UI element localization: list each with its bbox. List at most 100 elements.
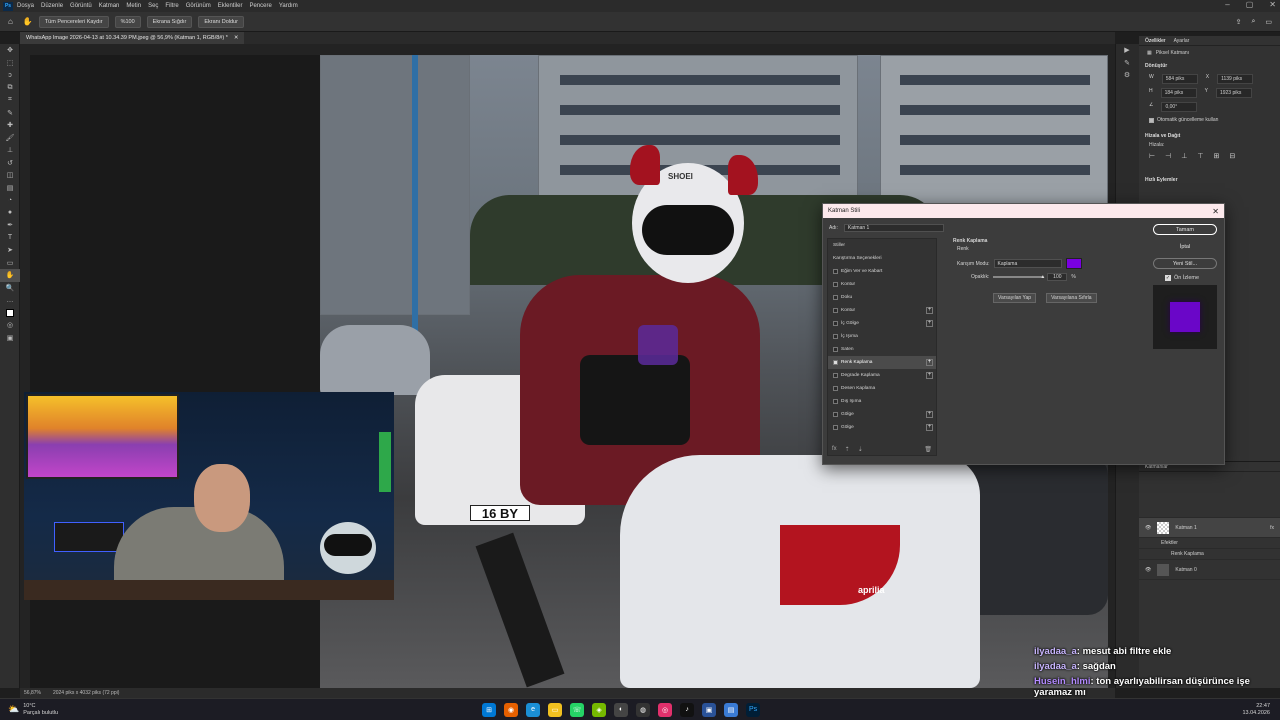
cancel-button[interactable]: İptal [1153,241,1217,252]
clock-time[interactable]: 22:47 [1242,703,1270,710]
effect-item[interactable]: İç Işıma [828,330,936,343]
x-field[interactable]: 1139 piks [1217,74,1254,84]
effect-checkbox[interactable] [833,321,838,326]
layer-effects-row[interactable]: Efektler [1139,538,1280,549]
brush-settings-icon[interactable]: ✎ [1116,57,1138,70]
crop-tool-icon[interactable]: ⌗ [0,94,20,107]
quick-mask-icon[interactable]: ◎ [0,319,20,332]
align-top-icon[interactable]: ⊤ [1197,152,1203,160]
angle-field[interactable]: 0,00° [1161,102,1198,112]
name-input[interactable]: Katman 1 [843,224,944,232]
effect-item[interactable]: Kontur + [828,304,936,317]
instagram-icon[interactable]: ◎ [658,702,673,717]
menu-type[interactable]: Metin [126,3,141,9]
play-icon[interactable]: ▶ [1116,44,1138,57]
workspace-icon[interactable]: ▭ [1265,18,1272,26]
effect-item[interactable]: Desen Kaplama [828,382,936,395]
history-brush-icon[interactable]: ↺ [0,157,20,170]
effect-item[interactable]: Dış Işıma [828,395,936,408]
effect-checkbox[interactable] [833,308,838,313]
eraser-tool-icon[interactable]: ◫ [0,169,20,182]
scroll-all-windows-checkbox[interactable]: Tüm Pencereleri Kaydır [38,15,109,28]
effect-item[interactable]: Saten [828,343,936,356]
firefox-icon[interactable]: ◉ [504,702,519,717]
whatsapp-icon[interactable]: ☏ [570,702,585,717]
path-select-icon[interactable]: ➤ [0,244,20,257]
object-select-tool-icon[interactable]: ⧉ [0,82,20,95]
nvidia-icon[interactable]: ◈ [592,702,607,717]
add-effect-icon[interactable]: + [926,359,933,366]
shape-tool-icon[interactable]: ▭ [0,257,20,270]
effect-item[interactable]: Doku [828,291,936,304]
effect-item[interactable]: Degrade Kaplama + [828,369,936,382]
preview-checkbox[interactable]: ✓ [1165,275,1171,281]
file-explorer-icon[interactable]: ▭ [548,702,563,717]
height-field[interactable]: 184 piks [1160,88,1197,98]
tab-properties[interactable]: Özellikler [1145,38,1166,44]
eyedropper-tool-icon[interactable]: ✎ [0,107,20,120]
weather-icon[interactable]: ⛅ [8,705,19,714]
hand-tool-icon[interactable]: ✋ [0,269,20,282]
home-icon[interactable]: ⌂ [8,17,13,26]
opacity-slider[interactable]: ▲ [993,274,1045,280]
blur-tool-icon[interactable]: ◔ [0,194,20,207]
effect-checkbox[interactable] [833,425,838,430]
type-tool-icon[interactable]: T [0,232,20,245]
effect-checkbox[interactable] [833,373,838,378]
more-tools-icon[interactable]: … [0,294,20,307]
clock-date[interactable]: 13.04.2026 [1242,710,1270,717]
screen-mode-icon[interactable]: ▣ [0,332,20,345]
effect-checkbox[interactable] [833,295,838,300]
close-tab-icon[interactable]: ✕ [234,35,239,41]
add-effect-icon[interactable]: + [926,320,933,327]
store-icon[interactable]: ▤ [724,702,739,717]
layer-row[interactable]: 👁 Katman 0 [1139,560,1280,580]
effect-checkbox[interactable] [833,269,838,274]
new-style-button[interactable]: Yeni Stil... [1153,258,1217,269]
overlay-color-swatch[interactable] [1065,258,1082,269]
effect-checkbox[interactable] [833,347,838,352]
photoshop-taskbar-icon[interactable]: Ps [746,702,761,717]
effect-checkbox[interactable] [833,412,838,417]
lasso-tool-icon[interactable]: ↄ [0,69,20,82]
trash-icon[interactable]: 🗑 [924,446,932,453]
align-bottom-icon[interactable]: ⊟ [1229,152,1235,160]
menu-view[interactable]: Görünüm [186,3,211,9]
add-effect-icon[interactable]: + [926,372,933,379]
start-icon[interactable]: ⊞ [482,702,497,717]
fill-screen-button[interactable]: Ekranı Doldur [198,15,244,28]
auto-update-checkbox[interactable] [1149,117,1154,123]
document-tab[interactable]: WhatsApp Image 2026-04-13 at 10.34.39 PM… [20,32,245,44]
search-icon[interactable]: ⌕ [1251,18,1255,26]
effect-item[interactable]: Renk Kaplama + [828,356,936,369]
effect-checkbox[interactable] [833,386,838,391]
visibility-eye-icon[interactable]: 👁 [1145,525,1151,531]
menu-filter[interactable]: Filtre [165,3,178,9]
make-default-button[interactable]: Varsayılan Yap [993,293,1037,303]
minimize-icon[interactable]: – [1225,0,1229,12]
fx-menu-icon[interactable]: fx [832,446,837,453]
zoom-level[interactable]: 56,87% [24,690,41,696]
edge-icon[interactable]: e [526,702,541,717]
visibility-eye-icon[interactable]: 👁 [1145,567,1151,573]
effect-checkbox[interactable] [833,334,838,339]
zoom-100-button[interactable]: %100 [114,15,141,28]
y-field[interactable]: 1923 piks [1215,88,1252,98]
stamp-tool-icon[interactable]: ⊥ [0,144,20,157]
app-icon[interactable]: ◐ [614,702,629,717]
blend-mode-select[interactable]: Kaplama [993,259,1062,268]
reset-default-button[interactable]: Varsayılana Sıfırla [1046,293,1097,303]
tab-adjustments[interactable]: Ayarlar [1174,38,1190,44]
layer-effect-row[interactable]: Renk Kaplama [1139,549,1280,560]
effect-item[interactable]: Kontur [828,278,936,291]
pen-tool-icon[interactable]: ✒ [0,219,20,232]
align-middle-icon[interactable]: ⊞ [1213,152,1219,160]
tiktok-icon[interactable]: ♪ [680,702,695,717]
layer-row[interactable]: 👁 Katman 1 fx [1139,518,1280,538]
brush-tool-icon[interactable]: 🖌 [0,132,20,145]
adjust-icon[interactable]: ⚙ [1116,69,1138,82]
width-field[interactable]: 584 piks [1161,74,1198,84]
effect-checkbox[interactable] [833,282,838,287]
menu-file[interactable]: Dosya [17,3,34,9]
effect-checkbox[interactable] [833,399,838,404]
